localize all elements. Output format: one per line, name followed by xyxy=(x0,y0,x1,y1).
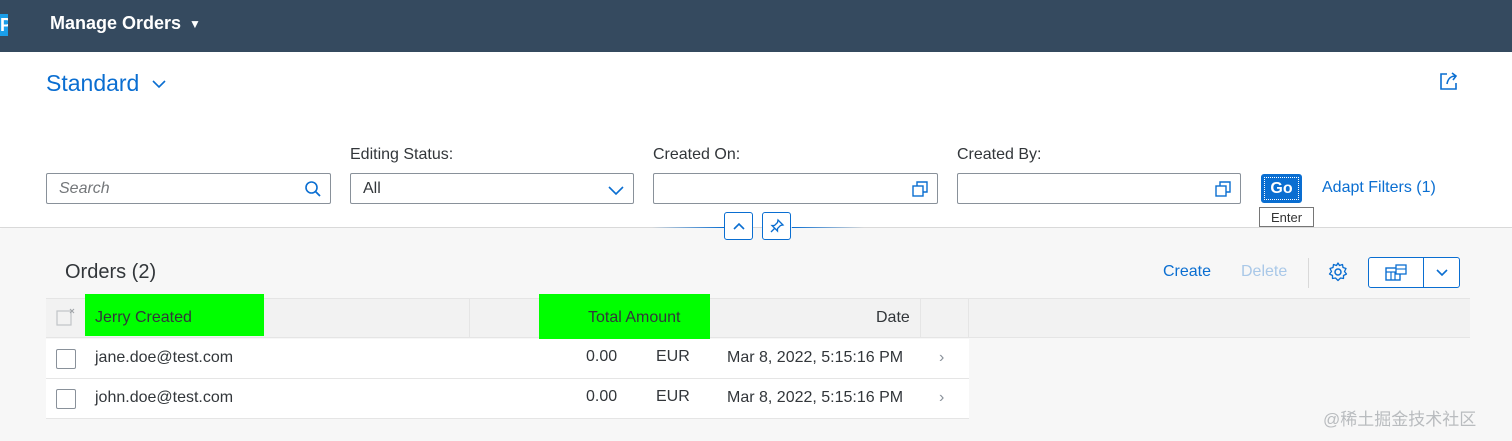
column-header-total-amount[interactable]: Total Amount xyxy=(588,309,681,327)
header-divider xyxy=(652,227,724,228)
column-separator xyxy=(968,299,969,337)
created-by-label: Created By: xyxy=(957,146,1042,163)
table-title: Orders (2) xyxy=(65,261,157,283)
cell-date: Mar 8, 2022, 5:15:16 PM xyxy=(727,349,904,366)
cell-created-by: jane.doe@test.com xyxy=(95,349,234,366)
app-title: Manage Orders xyxy=(50,13,182,33)
created-on-field[interactable] xyxy=(653,173,938,204)
shell-bar: P Manage Orders ▼ xyxy=(0,0,1512,52)
cell-currency: EUR xyxy=(656,388,690,405)
chevron-down-icon xyxy=(1435,268,1448,276)
chevron-down-icon xyxy=(608,186,624,196)
app-title-menu[interactable]: Manage Orders ▼ xyxy=(50,13,201,34)
cell-currency: EUR xyxy=(656,348,690,365)
share-icon[interactable] xyxy=(1438,70,1460,92)
toolbar-separator xyxy=(1308,258,1309,288)
caret-down-icon: ▼ xyxy=(189,16,201,31)
search-icon[interactable] xyxy=(304,180,322,198)
row-navigation-icon[interactable]: › xyxy=(939,389,944,407)
row-checkbox[interactable] xyxy=(56,349,76,369)
cell-date: Mar 8, 2022, 5:15:16 PM xyxy=(727,389,904,406)
collapse-up-icon xyxy=(732,222,745,230)
cell-created-by: john.doe@test.com xyxy=(95,389,234,406)
column-header-jerry-created[interactable]: Jerry Created xyxy=(95,309,192,327)
create-button[interactable]: Create xyxy=(1163,263,1211,281)
pin-icon xyxy=(769,218,784,233)
export-icon xyxy=(1385,263,1407,281)
adapt-filters-button[interactable]: Adapt Filters (1) xyxy=(1322,179,1436,197)
column-separator xyxy=(920,299,921,337)
editing-status-label: Editing Status: xyxy=(350,146,454,163)
sap-logo[interactable]: P xyxy=(0,14,8,36)
column-header-date[interactable]: Date xyxy=(876,309,910,327)
created-on-label: Created On: xyxy=(653,146,741,163)
editing-status-value: All xyxy=(363,180,381,197)
go-tooltip: Enter xyxy=(1259,207,1314,227)
cell-amount: 0.00 xyxy=(586,348,618,365)
pin-header-button[interactable] xyxy=(762,212,791,240)
variant-selector[interactable]: Standard xyxy=(46,70,167,97)
select-all-checkbox[interactable] xyxy=(56,308,76,328)
row-navigation-icon[interactable]: › xyxy=(939,349,944,367)
watermark: @稀土掘金技术社区 xyxy=(1323,410,1477,429)
value-help-icon[interactable] xyxy=(1214,180,1232,198)
go-button[interactable]: Go xyxy=(1261,174,1302,203)
search-input[interactable]: Search xyxy=(46,173,331,204)
collapse-header-button[interactable] xyxy=(724,212,753,240)
editing-status-select[interactable]: All xyxy=(350,173,634,204)
search-placeholder: Search xyxy=(59,180,110,197)
export-button[interactable] xyxy=(1369,258,1424,287)
created-by-field[interactable] xyxy=(957,173,1241,204)
export-split-button[interactable] xyxy=(1368,257,1460,288)
settings-gear-icon[interactable] xyxy=(1327,261,1349,283)
cell-amount: 0.00 xyxy=(586,388,618,405)
header-divider xyxy=(792,227,864,228)
delete-button[interactable]: Delete xyxy=(1241,263,1287,281)
export-menu-button[interactable] xyxy=(1424,258,1459,287)
chevron-down-icon xyxy=(152,79,166,88)
value-help-icon[interactable] xyxy=(911,180,929,198)
variant-name: Standard xyxy=(46,70,140,96)
column-separator xyxy=(469,299,470,337)
row-checkbox[interactable] xyxy=(56,389,76,409)
